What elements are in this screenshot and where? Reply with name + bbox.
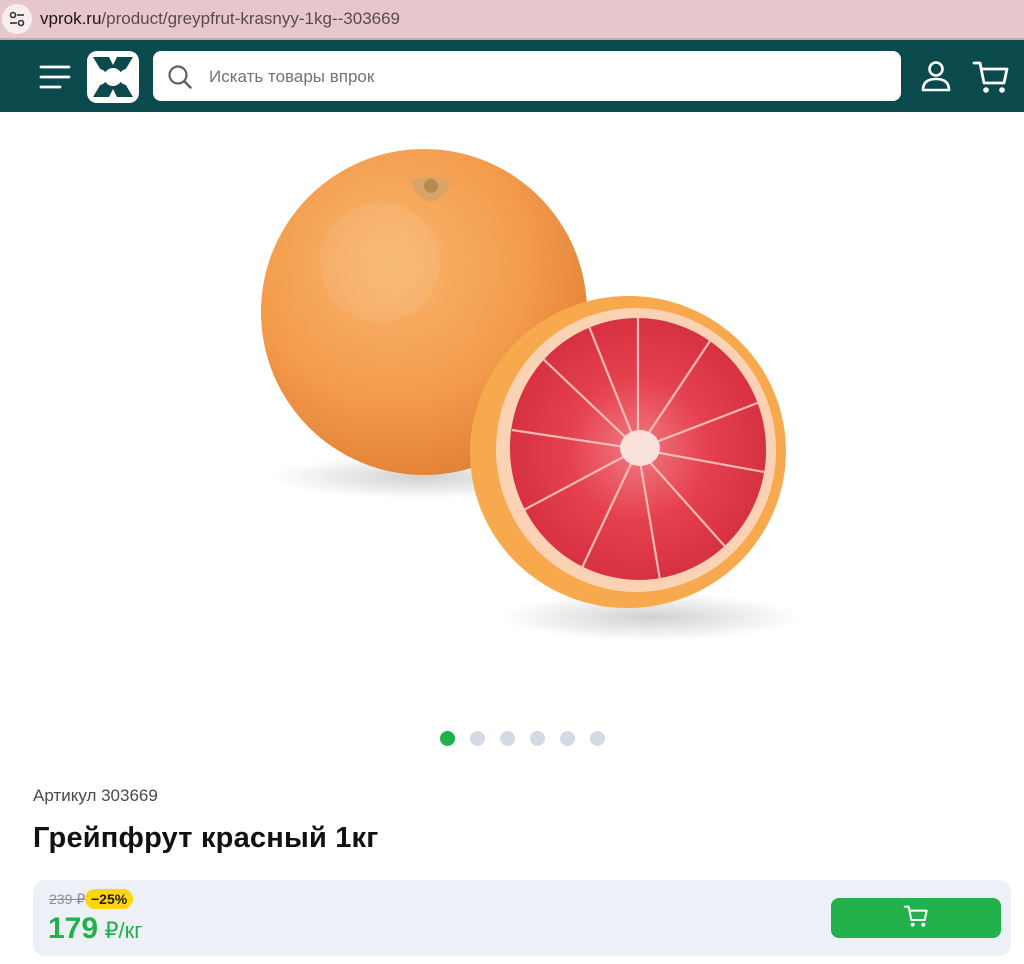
url-host: vprok.ru bbox=[40, 9, 102, 28]
search-bar[interactable] bbox=[153, 51, 901, 103]
discount-badge: −25% bbox=[85, 889, 134, 909]
add-to-cart-button[interactable] bbox=[831, 898, 1001, 938]
gallery-dot[interactable] bbox=[590, 731, 605, 746]
gallery-pagination bbox=[440, 731, 605, 746]
gallery-dot[interactable] bbox=[500, 731, 515, 746]
price-unit: ₽/кг bbox=[104, 918, 143, 943]
cart-icon bbox=[903, 904, 929, 933]
current-price: 179 ₽/кг bbox=[48, 912, 142, 946]
gallery-dot[interactable] bbox=[560, 731, 575, 746]
price-value: 179 bbox=[48, 912, 99, 945]
cart-icon[interactable] bbox=[972, 59, 1010, 100]
vprok-logo[interactable] bbox=[87, 51, 139, 103]
product-sku: Артикул 303669 bbox=[33, 786, 158, 805]
gallery-dot[interactable] bbox=[470, 731, 485, 746]
old-price: 239 ₽ bbox=[49, 891, 86, 907]
gallery-dot[interactable] bbox=[440, 731, 455, 746]
url-path: /product/greypfrut-krasnyy-1kg--303669 bbox=[101, 9, 401, 28]
search-input[interactable] bbox=[207, 51, 891, 103]
product-image-gallery[interactable] bbox=[0, 112, 1024, 712]
url-text[interactable]: vprok.ru/product/greypfrut-krasnyy-1kg--… bbox=[40, 9, 400, 29]
site-header bbox=[0, 40, 1024, 112]
product-title: Грейпфрут красный 1кг bbox=[33, 822, 379, 854]
site-settings-icon[interactable] bbox=[2, 4, 32, 34]
grapefruit-photo bbox=[261, 149, 800, 641]
user-icon[interactable] bbox=[919, 59, 953, 98]
menu-icon[interactable] bbox=[38, 62, 72, 92]
search-icon[interactable] bbox=[167, 64, 193, 95]
price-card: 239 ₽ −25% 179 ₽/кг bbox=[33, 880, 1011, 956]
browser-address-bar: vprok.ru/product/greypfrut-krasnyy-1kg--… bbox=[0, 0, 1024, 40]
gallery-dot[interactable] bbox=[530, 731, 545, 746]
